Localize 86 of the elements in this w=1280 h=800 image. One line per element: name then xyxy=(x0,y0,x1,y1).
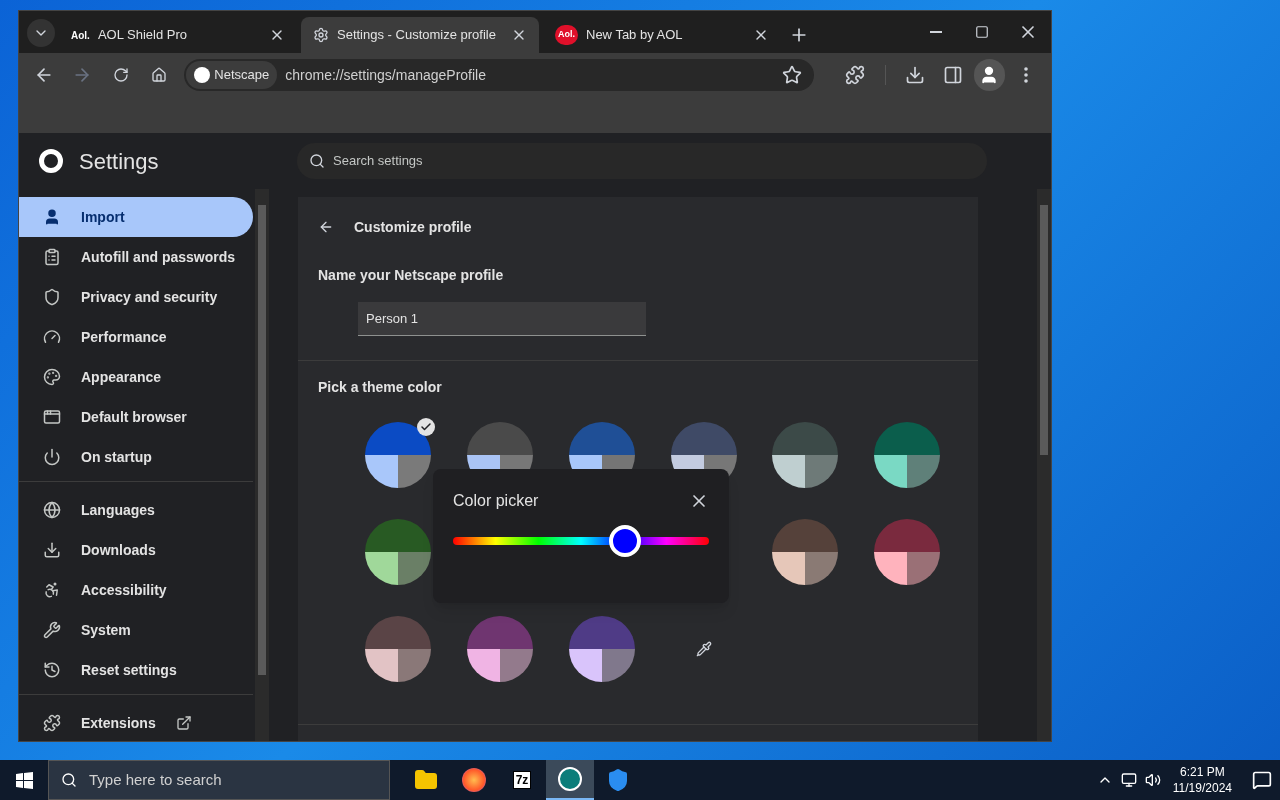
theme-color-swatch[interactable] xyxy=(772,519,839,585)
gauge-icon xyxy=(43,328,61,346)
hue-slider[interactable] xyxy=(453,525,709,557)
section-label: Pick a theme color xyxy=(317,378,443,397)
address-bar[interactable]: Netscape chrome://settings/manageProfile xyxy=(184,59,815,91)
search-field[interactable]: Search settings xyxy=(297,143,987,179)
sidebar-item[interactable]: Appearance xyxy=(19,357,253,397)
settings-icon xyxy=(313,27,329,43)
menu-icon xyxy=(1023,67,1028,83)
person-icon xyxy=(43,208,61,226)
search-icon xyxy=(309,153,325,169)
browser-logo-icon xyxy=(39,149,63,173)
field-label: Name your Netscape profile xyxy=(317,266,505,285)
theme-color-swatch[interactable] xyxy=(365,519,431,585)
download-icon xyxy=(43,541,61,559)
sidebar-item[interactable]: System xyxy=(19,610,253,650)
clock-time[interactable]: 6:21 PM xyxy=(1180,764,1225,780)
puzzle-icon xyxy=(43,714,61,732)
dialog-title: Color picker xyxy=(453,491,539,511)
theme-color-swatch[interactable] xyxy=(772,422,839,488)
app-logo: 7z xyxy=(512,771,532,789)
notifications-icon[interactable] xyxy=(1252,770,1272,790)
minimize-icon xyxy=(930,31,942,33)
check-icon xyxy=(417,418,435,436)
tab-search-button[interactable] xyxy=(27,19,55,47)
taskbar-search-field[interactable]: Type here to search xyxy=(48,760,390,800)
slider-thumb[interactable] xyxy=(608,525,641,557)
puzzle-icon xyxy=(845,65,866,85)
folder-icon xyxy=(414,768,438,792)
home-icon xyxy=(151,67,168,83)
site-chip-label: Netscape xyxy=(214,66,270,85)
windows-logo-icon xyxy=(15,771,33,789)
tab-title: Settings - Customize profile xyxy=(337,26,497,45)
palette-icon xyxy=(43,368,61,386)
side-panel-icon xyxy=(943,65,963,85)
clipboard-icon xyxy=(43,248,61,266)
download-icon xyxy=(904,65,925,85)
sidebar-item[interactable]: Privacy and security xyxy=(19,277,253,317)
theme-color-swatch[interactable] xyxy=(874,519,941,585)
taskbar-app[interactable] xyxy=(546,760,594,800)
browser-tab[interactable]: Aol. AOL Shield Pro xyxy=(59,17,297,53)
theme-color-swatch[interactable] xyxy=(466,616,533,682)
reload-icon xyxy=(112,67,129,83)
sidebar-item[interactable]: Languages xyxy=(19,490,253,530)
shield-icon xyxy=(606,768,630,792)
sidebar-item[interactable]: Default browser xyxy=(19,397,253,437)
tab-title: New Tab by AOL xyxy=(586,26,684,45)
back-arrow-icon[interactable] xyxy=(318,219,334,235)
maximize-icon xyxy=(975,25,989,39)
search-icon xyxy=(61,772,77,788)
page-title: Customize profile xyxy=(354,217,472,237)
eyedropper-icon xyxy=(695,641,712,657)
sidebar-item[interactable]: Reset settings xyxy=(19,650,253,690)
browser-window-icon xyxy=(43,408,61,426)
globe-icon xyxy=(43,501,61,519)
profile-name-input[interactable]: Person 1 xyxy=(358,302,646,336)
sidebar-item[interactable]: Performance xyxy=(19,317,253,357)
tab-favicon: Aol. xyxy=(71,28,90,43)
tab-favicon: Aol. xyxy=(555,25,578,45)
sidebar-item[interactable]: Accessibility xyxy=(19,570,253,610)
theme-color-swatch[interactable] xyxy=(568,616,635,682)
browser-tab[interactable]: Settings - Customize profile xyxy=(301,17,539,53)
bookmark-star-icon[interactable] xyxy=(782,65,803,85)
settings-title: Settings xyxy=(79,147,159,176)
theme-color-swatch[interactable] xyxy=(365,616,431,682)
site-chip[interactable]: Netscape xyxy=(186,61,278,89)
profile-button[interactable] xyxy=(974,59,1005,91)
url-text: chrome://settings/manageProfile xyxy=(285,65,487,85)
volume-icon[interactable] xyxy=(1144,772,1161,788)
sidebar-item[interactable]: Import xyxy=(19,197,253,237)
theme-color-swatch[interactable] xyxy=(874,422,941,488)
site-logo-icon xyxy=(194,67,211,83)
browser-tab[interactable]: Aol. New Tab by AOL xyxy=(543,17,781,53)
shield-icon xyxy=(43,288,61,306)
history-icon xyxy=(43,661,61,679)
tab-title: AOL Shield Pro xyxy=(97,26,188,45)
clock-date[interactable]: 11/19/2024 xyxy=(1172,780,1232,796)
sidebar-item[interactable]: Extensions xyxy=(19,703,253,741)
power-icon xyxy=(43,448,61,466)
sidebar-item[interactable]: Downloads xyxy=(19,530,253,570)
taskbar-app[interactable]: 7z xyxy=(498,760,546,800)
sidebar-item[interactable]: Autofill and passwords xyxy=(19,237,253,277)
sidebar-item[interactable]: On startup xyxy=(19,437,253,477)
network-icon[interactable] xyxy=(1120,772,1137,788)
accessibility-icon xyxy=(43,581,61,599)
wrench-icon xyxy=(43,621,61,639)
